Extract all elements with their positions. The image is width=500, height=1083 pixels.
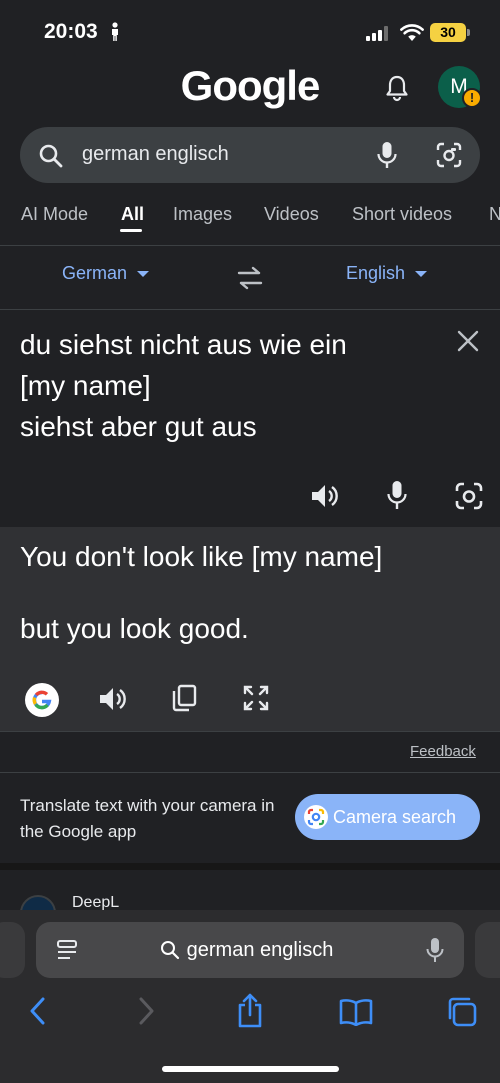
promo-text: Translate text with your camera in the G… <box>20 796 275 841</box>
source-text-panel[interactable]: du siehst nicht aus wie ein [my name] si… <box>0 310 500 528</box>
bookmarks-icon[interactable] <box>339 998 373 1026</box>
target-language-select[interactable]: English <box>346 263 428 284</box>
swap-languages-icon[interactable] <box>236 266 264 290</box>
cellular-signal-icon <box>366 26 388 41</box>
wifi-icon <box>400 24 424 41</box>
google-lens-color-icon <box>304 805 328 829</box>
search-icon <box>39 144 63 168</box>
camera-promo: Translate text with your camera in the G… <box>0 775 500 863</box>
share-icon[interactable] <box>236 993 264 1029</box>
target-language-label: English <box>346 263 406 283</box>
google-lens-icon[interactable] <box>436 142 462 168</box>
result-line: You don't look like [my name] <box>20 541 383 572</box>
mic-icon[interactable] <box>426 937 444 963</box>
google-g-glyph-icon <box>32 690 52 710</box>
copy-icon[interactable] <box>171 684 197 712</box>
chevron-down-icon <box>415 271 428 278</box>
previous-tab-preview[interactable] <box>0 922 25 978</box>
source-language-select[interactable]: German <box>62 263 150 284</box>
search-icon <box>161 941 180 960</box>
tab-news-partial[interactable]: N <box>489 204 500 225</box>
tabs-overview-icon[interactable] <box>446 996 478 1028</box>
google-g-icon[interactable] <box>25 683 59 717</box>
mic-icon[interactable] <box>386 480 408 510</box>
source-line: siehst aber gut aus <box>20 411 257 442</box>
tab-ai-mode[interactable]: AI Mode <box>21 204 88 225</box>
camera-search-label: Camera search <box>333 807 457 827</box>
source-line: [my name] <box>20 370 151 401</box>
speaker-icon[interactable] <box>98 685 128 713</box>
safari-toolbar: german englisch <box>0 910 500 1083</box>
tab-all[interactable]: All <box>121 204 144 225</box>
result-divider <box>0 731 500 732</box>
battery-tip <box>467 29 470 36</box>
forward-chevron-icon[interactable] <box>136 996 156 1026</box>
status-bar: 20:03 30 <box>0 0 500 62</box>
camera-lens-icon[interactable] <box>455 482 483 510</box>
tabs-divider <box>0 245 500 246</box>
tab-images[interactable]: Images <box>173 204 232 225</box>
active-tab-indicator <box>120 229 142 232</box>
source-text-input[interactable]: du siehst nicht aus wie ein [my name] si… <box>20 324 440 447</box>
status-time: 20:03 <box>44 20 98 43</box>
feedback-link[interactable]: Feedback <box>410 743 476 760</box>
person-icon <box>112 22 118 41</box>
google-logo[interactable]: Google <box>0 62 500 110</box>
camera-search-button[interactable]: Camera search <box>295 794 480 840</box>
tab-short-videos[interactable]: Short videos <box>352 204 452 225</box>
feedback-divider <box>0 772 500 773</box>
search-input[interactable]: german englisch <box>82 143 229 166</box>
chevron-down-icon <box>137 271 150 278</box>
search-tabs: AI Mode All Images Videos Short videos N <box>0 200 500 245</box>
address-bar-url: german englisch <box>186 939 334 961</box>
address-bar[interactable]: german englisch <box>36 922 464 978</box>
address-bar-text: german englisch <box>36 939 464 962</box>
fullscreen-icon[interactable] <box>242 684 270 712</box>
next-tab-preview[interactable] <box>475 922 500 978</box>
section-separator <box>0 863 500 870</box>
voice-search-mic-icon[interactable] <box>376 141 398 169</box>
source-line: du siehst nicht aus wie ein <box>20 329 347 360</box>
notifications-bell-icon[interactable] <box>384 74 410 102</box>
result-line: but you look good. <box>20 613 249 644</box>
back-chevron-icon[interactable] <box>28 996 48 1026</box>
source-language-label: German <box>62 263 128 283</box>
speaker-icon[interactable] <box>310 482 340 510</box>
avatar-warning-badge: ! <box>462 88 482 108</box>
translation-result-panel: You don't look like [my name] but you lo… <box>0 527 500 731</box>
tab-videos[interactable]: Videos <box>264 204 319 225</box>
clear-text-icon[interactable] <box>456 329 480 353</box>
search-bar[interactable]: german englisch <box>20 127 480 183</box>
battery-indicator: 30 <box>430 23 466 42</box>
home-indicator <box>162 1066 339 1072</box>
